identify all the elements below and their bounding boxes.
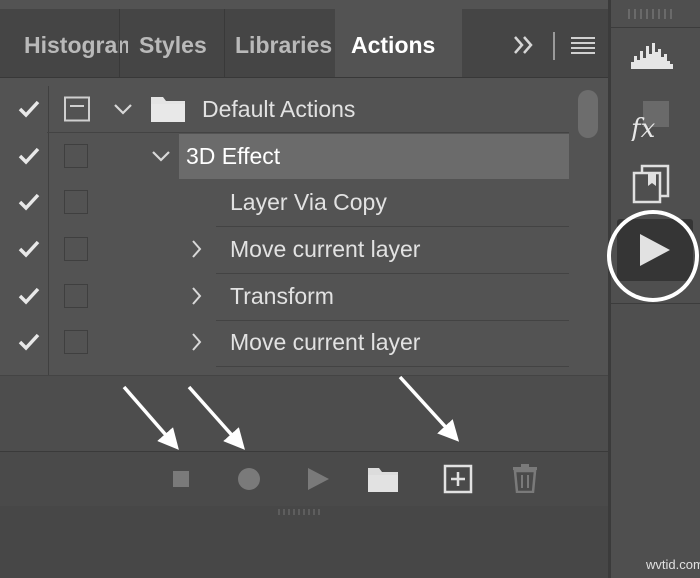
styles-fx-icon[interactable]: fx	[629, 101, 669, 146]
arrow-to-stop	[122, 385, 179, 450]
annotation-arrows	[122, 375, 460, 450]
watermark: wvtid.com	[646, 557, 700, 572]
histogram-icon[interactable]	[630, 40, 674, 75]
annotation-circle	[607, 210, 699, 302]
dock-divider	[611, 27, 700, 28]
libraries-icon[interactable]	[632, 164, 670, 209]
dock-divider	[611, 303, 700, 304]
arrow-to-new-action	[398, 375, 460, 442]
dock-grip[interactable]	[628, 9, 672, 19]
svg-text:fx: fx	[629, 114, 656, 141]
arrow-to-record	[187, 385, 245, 450]
